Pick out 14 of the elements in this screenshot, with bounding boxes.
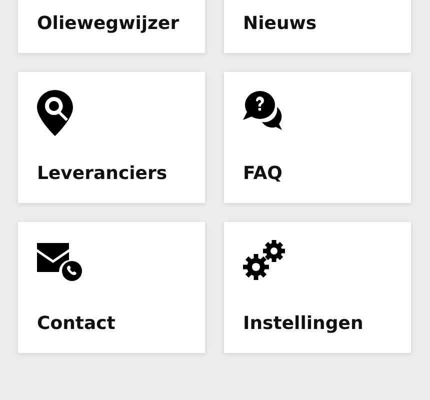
menu-tile[interactable]: Oliewegwijzer bbox=[18, 0, 205, 53]
menu-tile[interactable]: FAQ bbox=[224, 72, 411, 203]
menu-tile[interactable]: Contact bbox=[18, 222, 205, 353]
mail-phone-icon bbox=[37, 240, 83, 282]
tile-label: Nieuws bbox=[243, 12, 317, 36]
tile-label: Contact bbox=[37, 312, 116, 336]
tile-label: Leveranciers bbox=[37, 162, 168, 186]
menu-tile[interactable]: Nieuws bbox=[224, 0, 411, 53]
location-search-icon bbox=[37, 90, 73, 136]
menu-tile[interactable]: Instellingen bbox=[224, 222, 411, 353]
tile-label: Instellingen bbox=[243, 312, 364, 336]
menu-tile[interactable]: Leveranciers bbox=[18, 72, 205, 203]
tile-label: Oliewegwijzer bbox=[37, 12, 180, 36]
tile-label: FAQ bbox=[243, 162, 282, 186]
